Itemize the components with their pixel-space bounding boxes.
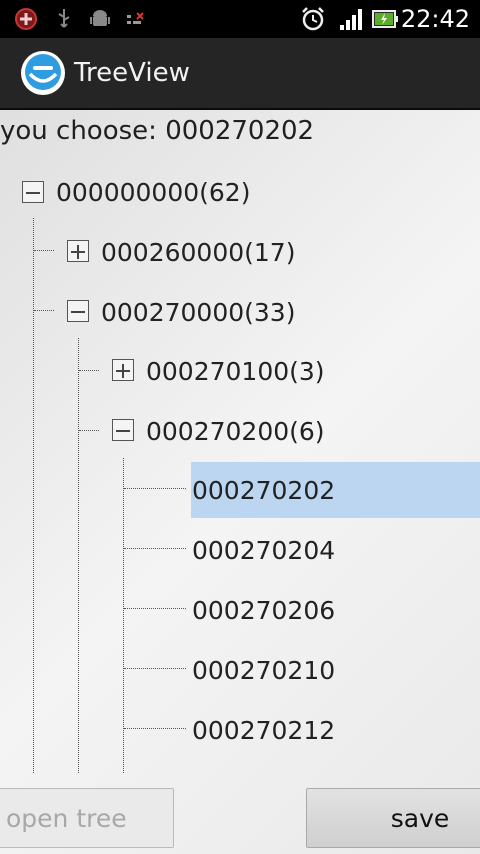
tree-leaf[interactable]: 000270212: [191, 702, 480, 758]
tree-node-000270100[interactable]: 000270100(3): [0, 343, 480, 399]
tree-leaf-label: 000270210: [192, 655, 336, 685]
android-debug-icon: [90, 10, 110, 26]
tree-connector-horizontal: [124, 668, 186, 669]
tree-node-000260000[interactable]: 000260000(17): [0, 224, 480, 280]
expand-icon[interactable]: [67, 240, 89, 262]
collapse-icon[interactable]: [67, 300, 89, 322]
tree-connector-horizontal: [124, 728, 186, 729]
expand-icon[interactable]: [112, 359, 134, 381]
tree-node-label: 000000000(62): [56, 177, 251, 207]
tree-node-000270000[interactable]: 000270000(33): [0, 284, 480, 340]
sim-icon: [127, 12, 144, 24]
signal-icon: [340, 9, 362, 30]
tree-leaf-label: 000270202: [192, 475, 336, 505]
app-face-icon[interactable]: [20, 50, 66, 96]
tree-leaf-label: 000270212: [192, 715, 336, 745]
alarm-icon: [302, 7, 324, 31]
action-bar: TreeView: [0, 38, 480, 110]
usb-icon: [58, 9, 70, 28]
collapse-icon[interactable]: [22, 181, 44, 203]
collapse-icon[interactable]: [112, 419, 134, 441]
tree-leaf[interactable]: 000270210: [191, 642, 480, 698]
selection-label: you choose: 000270202: [0, 116, 315, 146]
tree-node-label: 000270000(33): [101, 297, 296, 327]
tree-node-root[interactable]: 000000000(62): [0, 164, 480, 220]
tree-connector-horizontal: [124, 608, 186, 609]
tree-view: 000000000(62) 000260000(17) 000270000(33…: [0, 160, 480, 775]
clock-time: 22:42: [400, 5, 470, 33]
tree-node-label: 000260000(17): [101, 237, 296, 267]
status-bar: 22:42: [0, 0, 480, 38]
tree-connector-vertical: [123, 458, 124, 773]
tree-leaf-label: 000270206: [192, 595, 336, 625]
tree-leaf-selected[interactable]: 000270202: [191, 462, 480, 518]
app-title: TreeView: [74, 58, 190, 88]
tree-node-label: 000270200(6): [146, 416, 325, 446]
tree-node-000270200[interactable]: 000270200(6): [0, 403, 480, 459]
tree-leaf-label: 000270204: [192, 535, 336, 565]
tree-leaf[interactable]: 000270206: [191, 582, 480, 638]
open-tree-button[interactable]: open tree: [0, 788, 174, 848]
tree-node-label: 000270100(3): [146, 356, 325, 386]
battery-charging-icon: [372, 10, 398, 28]
tree-connector-horizontal: [124, 548, 186, 549]
tree-leaf[interactable]: 000270204: [191, 522, 480, 578]
save-button[interactable]: save: [306, 788, 480, 848]
tree-connector-horizontal: [124, 488, 186, 489]
stop-icon: [15, 8, 37, 30]
